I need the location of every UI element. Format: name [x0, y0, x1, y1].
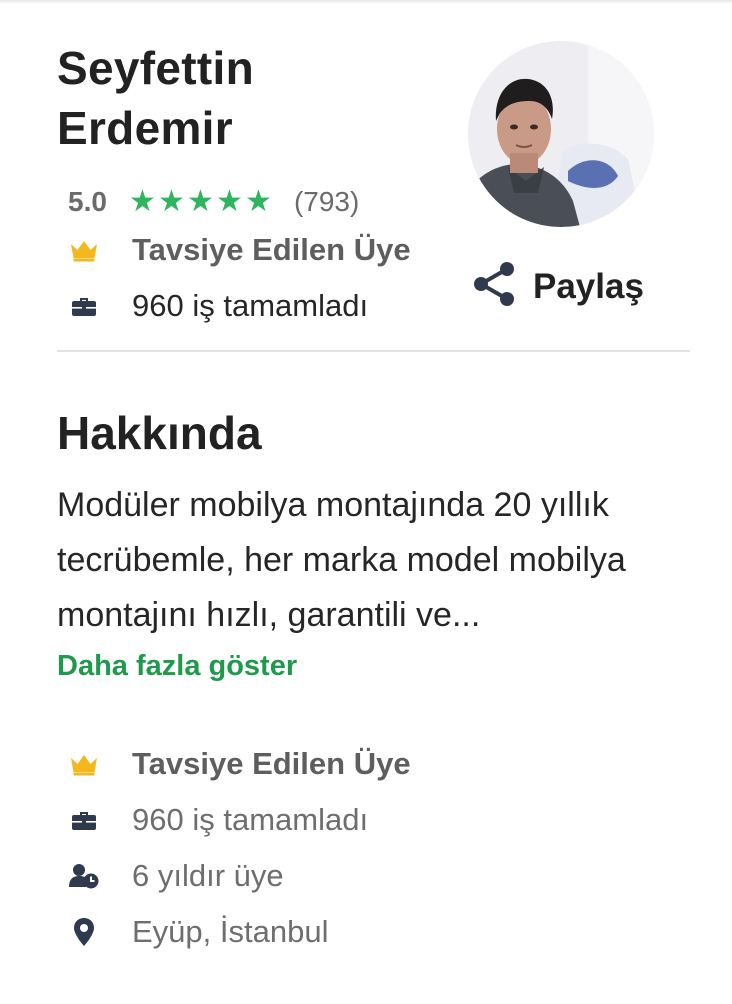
share-button[interactable]: Paylaş: [471, 260, 644, 313]
jobs-completed-label: 960 iş tamamladı: [132, 288, 369, 323]
location-label: Eyüp, İstanbul: [132, 914, 329, 949]
crown-icon: [68, 748, 100, 780]
section-divider: [57, 350, 690, 352]
rating-stars: ★ ★ ★ ★ ★: [129, 187, 274, 217]
detail-recommended-badge: Tavsiye Edilen Üye: [68, 746, 411, 782]
about-heading: Hakkında: [57, 407, 262, 459]
provider-name: Seyfettin Erdemir: [57, 42, 254, 154]
top-shadow: [0, 0, 732, 4]
about-description: Modüler mobilya montajında 20 yıllık tec…: [57, 486, 626, 634]
star-icon: ★: [128, 185, 156, 218]
share-icon: [471, 260, 517, 313]
share-label[interactable]: Paylaş: [533, 267, 644, 307]
badge-label: Tavsiye Edilen Üye: [132, 232, 411, 267]
provider-avatar: [468, 41, 654, 227]
star-icon: ★: [244, 185, 272, 218]
recommended-badge: Tavsiye Edilen Üye: [68, 232, 411, 268]
detail-badge-label: Tavsiye Edilen Üye: [132, 746, 411, 781]
membership-label: 6 yıldır üye: [132, 858, 284, 893]
show-more-link[interactable]: Daha fazla göster: [57, 650, 297, 683]
rating-row: 5.0 ★ ★ ★ ★ ★ (793): [68, 182, 359, 222]
jobs-completed: 960 iş tamamladı: [68, 288, 368, 324]
crown-icon: [68, 234, 100, 266]
rating-value: 5.0: [68, 186, 107, 217]
star-icon: ★: [157, 185, 185, 218]
briefcase-icon: [68, 290, 100, 322]
star-icon: ★: [186, 185, 214, 218]
briefcase-icon: [68, 804, 100, 836]
detail-location: Eyüp, İstanbul: [68, 914, 328, 950]
detail-jobs-label: 960 iş tamamladı: [132, 802, 369, 837]
detail-membership: 6 yıldır üye: [68, 858, 284, 894]
user-clock-icon: [68, 860, 100, 892]
detail-jobs-completed: 960 iş tamamladı: [68, 802, 368, 838]
review-count[interactable]: (793): [294, 186, 359, 218]
star-icon: ★: [215, 185, 243, 218]
map-pin-icon: [68, 916, 100, 948]
